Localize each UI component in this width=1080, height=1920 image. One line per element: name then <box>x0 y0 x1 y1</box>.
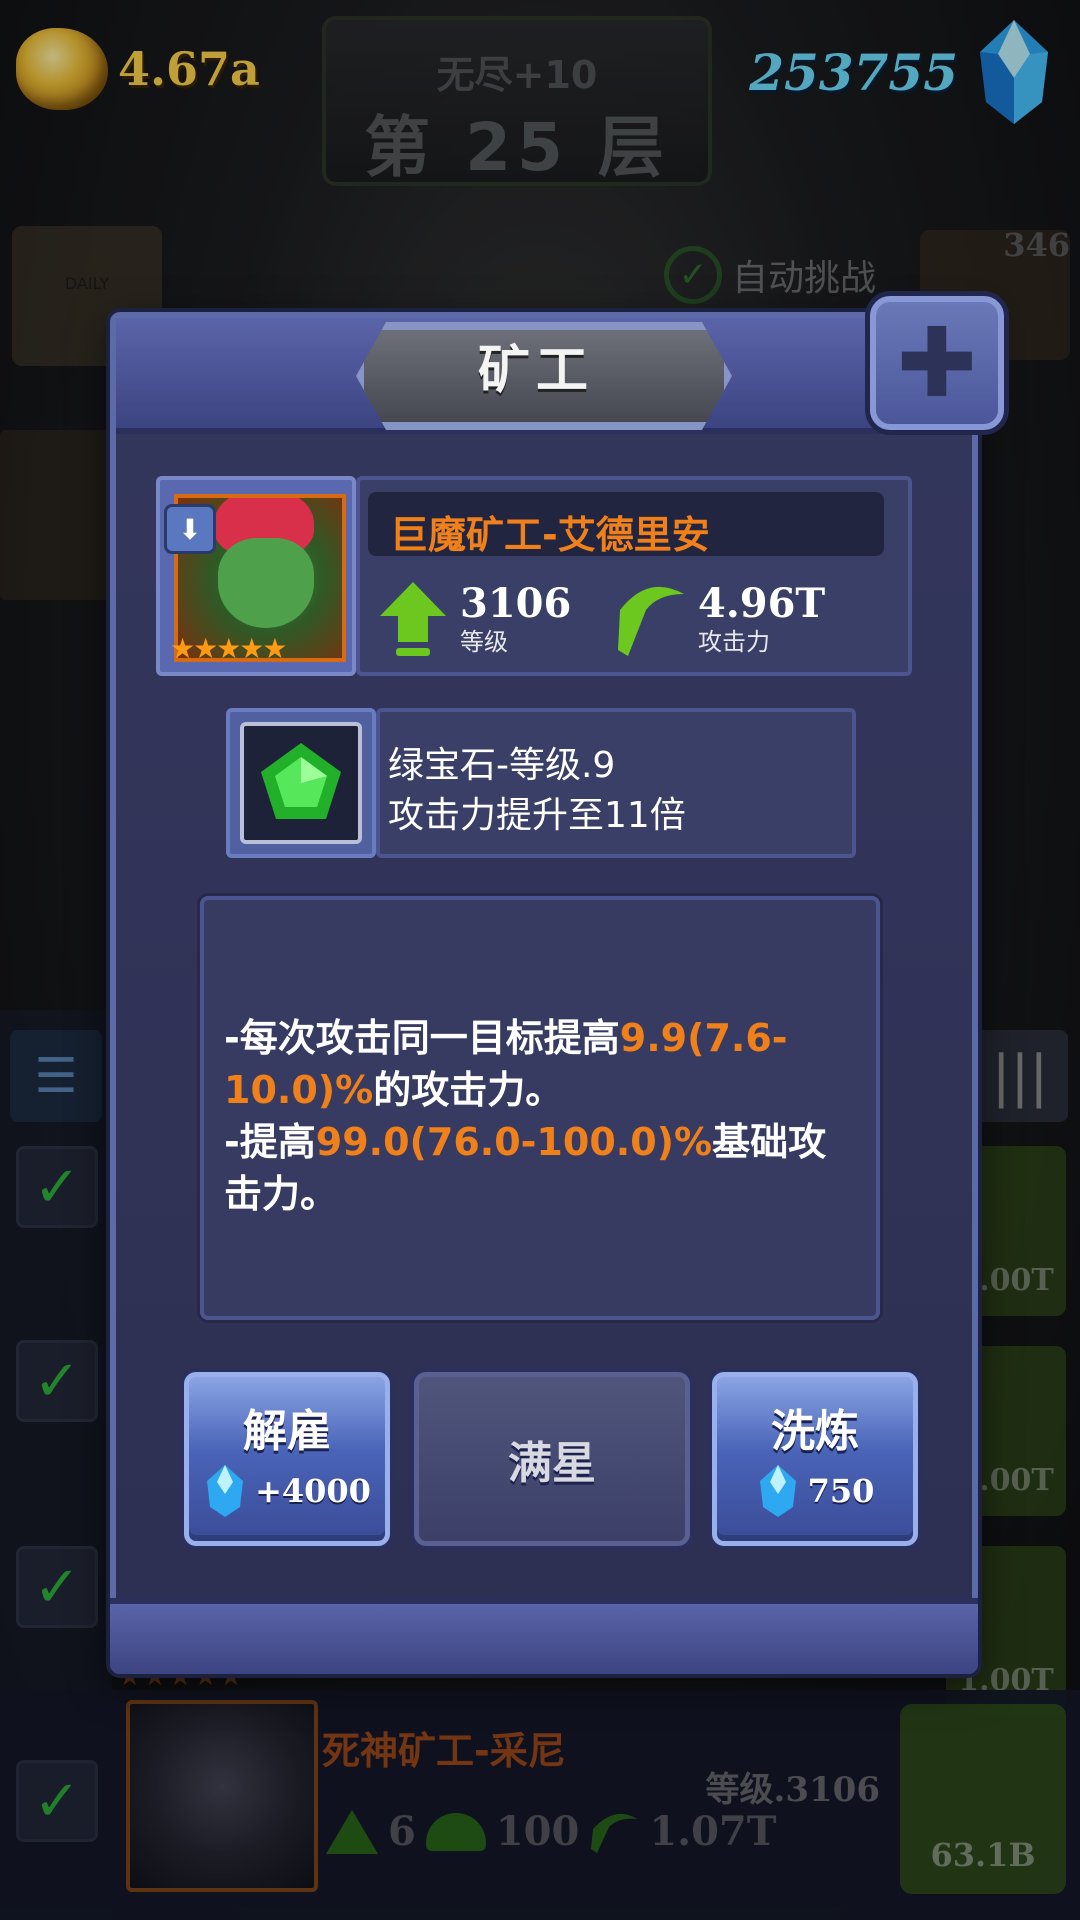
full-star-button[interactable]: 满星 <box>414 1372 690 1546</box>
miner-detail-dialog: 矿工 ✚ ⬇ ★★★★★ 巨魔矿工-艾德里安 3106 等级 4.96T 攻击力… <box>110 296 1004 1674</box>
miner-stars: ★★★★★ <box>170 632 288 665</box>
gem-panel: 绿宝石-等级.9 攻击力提升至11倍 <box>226 708 856 858</box>
level-value: 3106 <box>460 580 572 627</box>
attack-stat: 4.96T 攻击力 <box>614 580 825 660</box>
dismiss-reward: +4000 <box>255 1472 371 1510</box>
attack-value: 4.96T <box>698 580 826 627</box>
dialog-footer <box>110 1598 978 1674</box>
level-up-arrow-icon <box>380 582 446 656</box>
miner-info-box: 巨魔矿工-艾德里安 3106 等级 4.96T 攻击力 <box>356 476 912 676</box>
description-panel: -每次攻击同一目标提高9.9(7.6-10.0)%的攻击力。 -提高99.0(7… <box>200 896 880 1320</box>
close-button[interactable]: ✚ <box>870 296 1004 430</box>
pickaxe-icon <box>618 586 684 656</box>
blue-crystal-icon <box>207 1465 244 1517</box>
level-stat: 3106 等级 <box>378 580 571 660</box>
gem-name: 绿宝石-等级.9 <box>388 745 616 786</box>
refine-cost: 750 <box>807 1472 875 1510</box>
level-label: 等级 <box>460 628 508 656</box>
gem-effect: 攻击力提升至11倍 <box>388 795 686 836</box>
full-star-label: 满星 <box>508 1438 596 1489</box>
portrait-frame: ⬇ ★★★★★ <box>156 476 356 676</box>
download-arrow-icon[interactable]: ⬇ <box>164 504 216 554</box>
emerald-gem-icon <box>261 743 341 819</box>
blue-crystal-icon <box>759 1465 796 1517</box>
dialog-title: 矿工 <box>477 341 594 401</box>
gem-slot[interactable] <box>240 722 362 844</box>
skill-description: -每次攻击同一目标提高9.9(7.6-10.0)%的攻击力。 -提高99.0(7… <box>224 1016 827 1216</box>
dismiss-miner-button[interactable]: 解雇 +4000 <box>184 1372 390 1546</box>
close-icon: ✚ <box>896 307 978 419</box>
miner-info-panel: ⬇ ★★★★★ 巨魔矿工-艾德里安 3106 等级 4.96T 攻击力 <box>156 476 912 676</box>
title-plate: 矿工 <box>316 308 756 430</box>
gem-info-box: 绿宝石-等级.9 攻击力提升至11倍 <box>376 708 856 858</box>
dismiss-label: 解雇 <box>243 1406 331 1457</box>
miner-name: 巨魔矿工-艾德里安 <box>390 513 710 557</box>
game-screen: 4.67a 无尽+10 第 25 层 253755 DAILY ✓ 自动挑战 3… <box>0 0 1080 1920</box>
refine-label: 洗炼 <box>771 1406 859 1457</box>
refine-button[interactable]: 洗炼 750 <box>712 1372 918 1546</box>
attack-label: 攻击力 <box>698 628 770 656</box>
